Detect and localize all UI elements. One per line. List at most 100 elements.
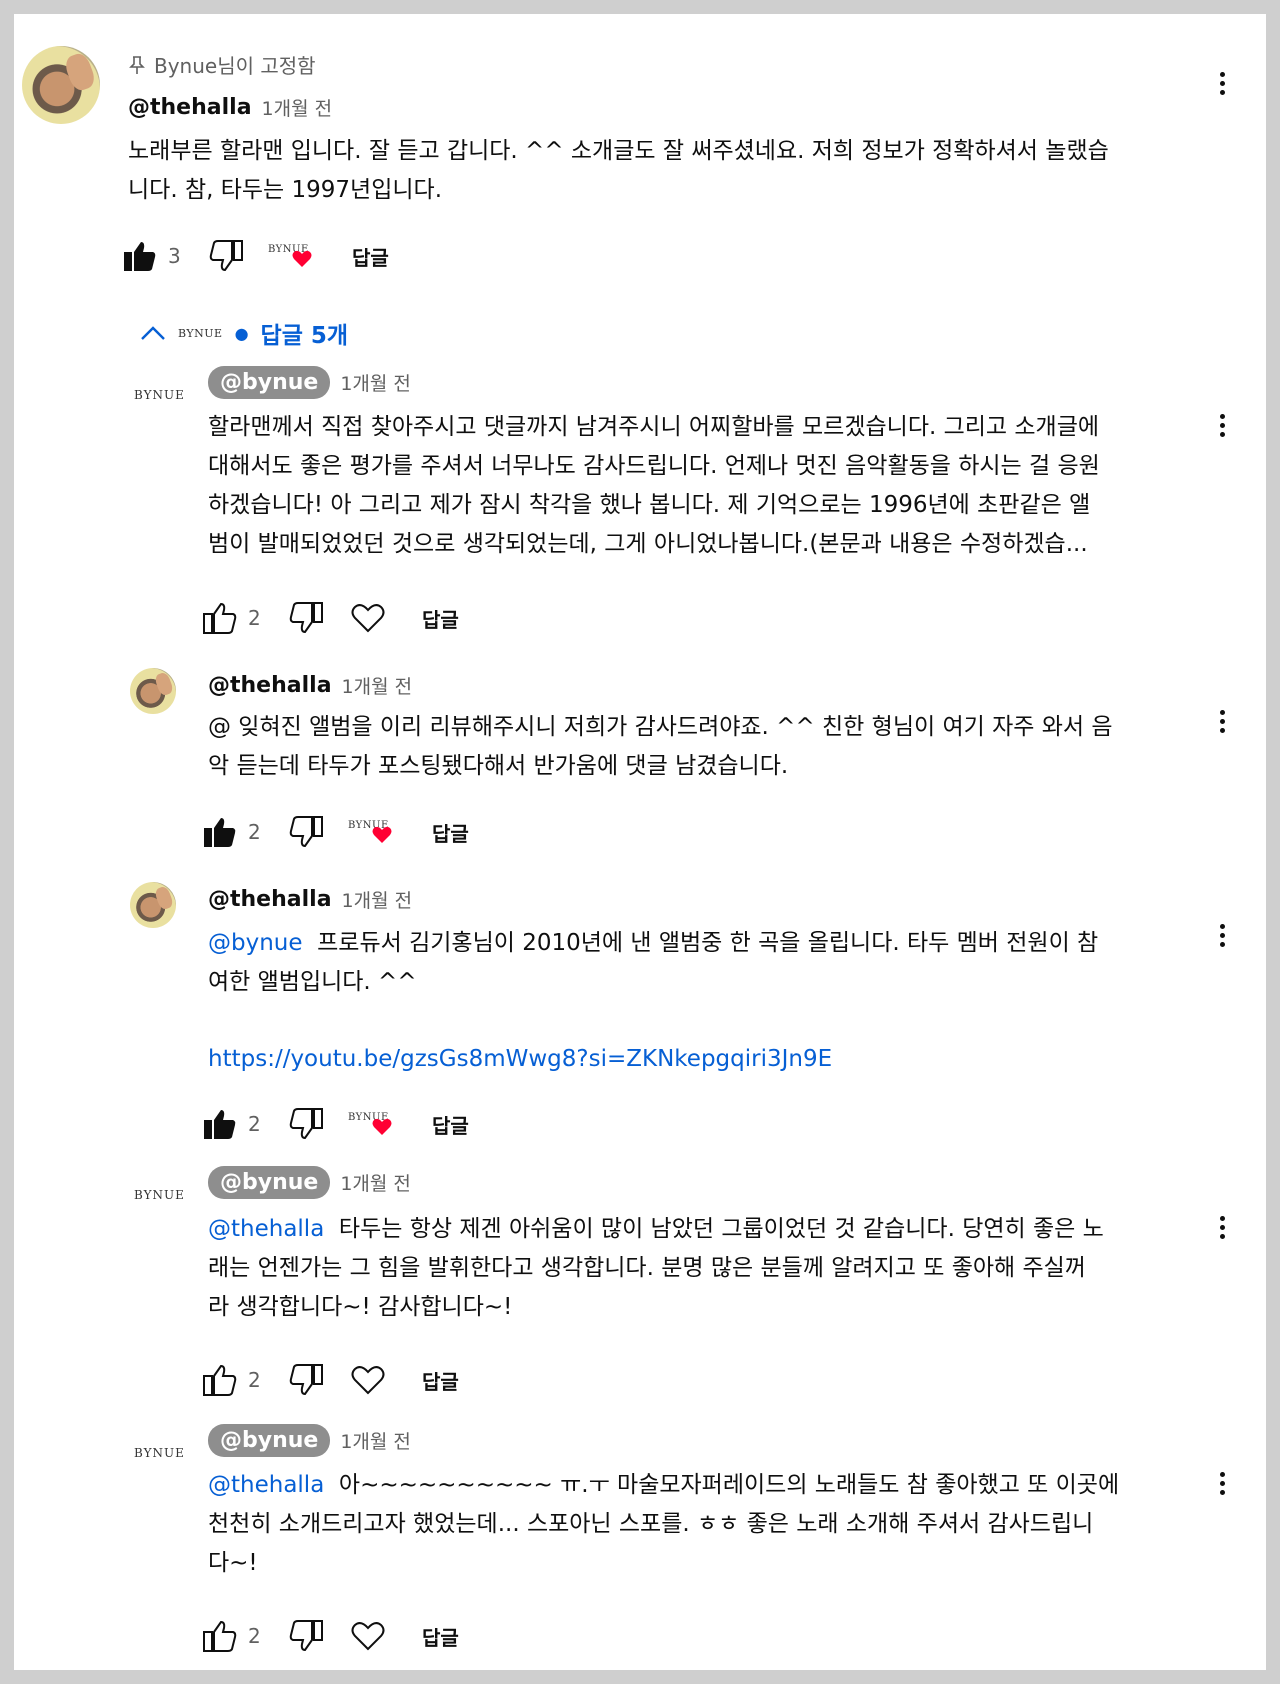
heart-outline-icon bbox=[351, 1622, 385, 1651]
comment-text: 노래부른 할라맨 입니다. 잘 듣고 갑니다. ^^ 소개글도 잘 써주셨네요.… bbox=[128, 138, 1109, 203]
heart-button[interactable] bbox=[350, 600, 386, 636]
mention-link[interactable]: @bynue bbox=[208, 930, 303, 956]
creator-heart: BYNUE bbox=[264, 238, 324, 274]
video-url[interactable]: https://youtu.be/gzsGs8mWwg8?si=ZKNkepgq… bbox=[208, 1046, 832, 1072]
thumbs-up-filled-icon bbox=[124, 242, 156, 271]
pinned-label: Bynue님이 고정함 bbox=[154, 54, 316, 78]
reply-text: 프로듀서 김기홍님이 2010년에 낸 앨범중 한 곡을 올립니다. 타두 멤버… bbox=[208, 930, 1099, 995]
reply-meta: @thehalla 1개월 전 bbox=[208, 672, 412, 699]
more-options-button[interactable] bbox=[1218, 1468, 1226, 1499]
like-button[interactable] bbox=[122, 238, 158, 274]
reply-meta: @bynue 1개월 전 bbox=[208, 1166, 411, 1199]
reply-button[interactable]: 답글 bbox=[422, 604, 459, 633]
reply-author-creator[interactable]: @bynue bbox=[208, 1166, 331, 1199]
replies-toggle[interactable]: BYNUE ● 답글 5개 bbox=[140, 316, 348, 350]
reply-button[interactable]: 답글 bbox=[352, 242, 389, 271]
avatar-thehalla[interactable] bbox=[130, 882, 176, 928]
comments-panel: Bynue님이 고정함 @thehalla 1개월 전 노래부른 할라맨 입니다… bbox=[14, 14, 1266, 1670]
reply-text-block: @thehalla 아~~~~~~~~~~ ㅠ.ㅜ 마술모자퍼레이드의 노래들도… bbox=[208, 1466, 1193, 1583]
comment-author[interactable]: @thehalla bbox=[128, 95, 252, 120]
thumbs-up-filled-icon bbox=[204, 1110, 236, 1139]
more-options-button[interactable] bbox=[1218, 410, 1226, 441]
replies-count-label: 답글 5개 bbox=[260, 323, 349, 349]
bullet-separator: ● bbox=[234, 323, 249, 343]
reply-meta: @thehalla 1개월 전 bbox=[208, 886, 412, 913]
like-count: 2 bbox=[248, 1624, 261, 1648]
avatar-bynue-logo[interactable]: BYNUE bbox=[134, 388, 185, 402]
heart-outline-icon bbox=[351, 604, 385, 633]
thumbs-down-icon bbox=[289, 602, 323, 634]
heart-icon bbox=[372, 826, 392, 843]
avatar-thehalla[interactable] bbox=[130, 668, 176, 714]
creator-logo: BYNUE bbox=[178, 326, 223, 340]
reply-time[interactable]: 1개월 전 bbox=[342, 672, 413, 699]
more-options-button[interactable] bbox=[1218, 1212, 1226, 1243]
more-options-button[interactable] bbox=[1218, 706, 1226, 737]
reply-button[interactable]: 답글 bbox=[432, 818, 469, 847]
like-button[interactable] bbox=[202, 1618, 238, 1654]
thumbs-down-icon bbox=[209, 240, 243, 272]
dislike-button[interactable] bbox=[288, 1106, 324, 1142]
thumbs-up-icon bbox=[203, 1620, 237, 1652]
reply-actions: 2 답글 bbox=[202, 598, 459, 638]
like-count: 2 bbox=[248, 820, 261, 844]
pin-icon bbox=[129, 55, 145, 74]
mention-link[interactable]: @thehalla bbox=[208, 1216, 324, 1242]
reply-meta: @bynue 1개월 전 bbox=[208, 366, 411, 399]
comment-time[interactable]: 1개월 전 bbox=[262, 94, 333, 121]
reply-time[interactable]: 1개월 전 bbox=[342, 886, 413, 913]
chevron-up-icon bbox=[141, 326, 165, 340]
heart-button[interactable] bbox=[350, 1362, 386, 1398]
thumbs-down-icon bbox=[289, 1108, 323, 1140]
video-link[interactable]: https://youtu.be/gzsGs8mWwg8?si=ZKNkepgq… bbox=[208, 1040, 1193, 1079]
reply-button[interactable]: 답글 bbox=[432, 1110, 469, 1139]
like-button[interactable] bbox=[202, 814, 238, 850]
reply-button[interactable]: 답글 bbox=[422, 1622, 459, 1651]
heart-outline-icon bbox=[351, 1366, 385, 1395]
reply-actions: 2 답글 bbox=[202, 1360, 459, 1400]
reply-text: 타두는 항상 제겐 아쉬움이 많이 남았던 그룹이었던 것 같습니다. 당연히 … bbox=[208, 1216, 1104, 1320]
reply-author[interactable]: @thehalla bbox=[208, 887, 332, 912]
thumbs-up-icon bbox=[203, 1364, 237, 1396]
reply-text: @ 잊혀진 앨범을 이리 리뷰해주시니 저희가 감사드려야죠. ^^ 친한 형님… bbox=[208, 714, 1113, 779]
reply-actions: 2 BYNUE 답글 bbox=[202, 812, 469, 852]
reply-time[interactable]: 1개월 전 bbox=[340, 1169, 411, 1196]
like-button[interactable] bbox=[202, 1106, 238, 1142]
avatar-bynue-logo[interactable]: BYNUE bbox=[134, 1446, 185, 1460]
dislike-button[interactable] bbox=[288, 600, 324, 636]
reply-actions: 2 BYNUE 답글 bbox=[202, 1104, 469, 1144]
like-count: 2 bbox=[248, 1112, 261, 1136]
dislike-button[interactable] bbox=[288, 1362, 324, 1398]
reply-time[interactable]: 1개월 전 bbox=[340, 369, 411, 396]
reply-actions: 2 답글 bbox=[202, 1616, 459, 1656]
mention-link[interactable]: @thehalla bbox=[208, 1472, 324, 1498]
reply-time[interactable]: 1개월 전 bbox=[340, 1427, 411, 1454]
like-button[interactable] bbox=[202, 1362, 238, 1398]
thumbs-down-icon bbox=[289, 1620, 323, 1652]
heart-icon bbox=[372, 1118, 392, 1135]
reply-button[interactable]: 답글 bbox=[422, 1366, 459, 1395]
reply-text: 아~~~~~~~~~~ ㅠ.ㅜ 마술모자퍼레이드의 노래들도 참 좋아했고 또 … bbox=[208, 1472, 1120, 1576]
reply-meta: @bynue 1개월 전 bbox=[208, 1424, 411, 1457]
like-count: 2 bbox=[248, 606, 261, 630]
avatar-thehalla[interactable] bbox=[22, 46, 100, 124]
reply-author[interactable]: @thehalla bbox=[208, 673, 332, 698]
dislike-button[interactable] bbox=[288, 1618, 324, 1654]
dislike-button[interactable] bbox=[288, 814, 324, 850]
more-options-button[interactable] bbox=[1218, 920, 1226, 951]
reply-author-creator[interactable]: @bynue bbox=[208, 366, 331, 399]
like-count: 2 bbox=[248, 1368, 261, 1392]
creator-heart: BYNUE bbox=[344, 1106, 404, 1142]
comment-meta: @thehalla 1개월 전 bbox=[128, 94, 332, 121]
more-options-button[interactable] bbox=[1218, 68, 1226, 99]
like-button[interactable] bbox=[202, 600, 238, 636]
reply-author-creator[interactable]: @bynue bbox=[208, 1424, 331, 1457]
heart-button[interactable] bbox=[350, 1618, 386, 1654]
heart-icon bbox=[292, 250, 312, 267]
like-count: 3 bbox=[168, 244, 181, 268]
reply-text-block: @bynue 프로듀서 김기홍님이 2010년에 낸 앨범중 한 곡을 올립니다… bbox=[208, 924, 1193, 1002]
thumbs-up-filled-icon bbox=[204, 818, 236, 847]
dislike-button[interactable] bbox=[208, 238, 244, 274]
reply-text: 할라맨께서 직접 찾아주시고 댓글까지 남겨주시니 어찌할바를 모르겠습니다. … bbox=[208, 414, 1100, 557]
avatar-bynue-logo[interactable]: BYNUE bbox=[134, 1188, 185, 1202]
